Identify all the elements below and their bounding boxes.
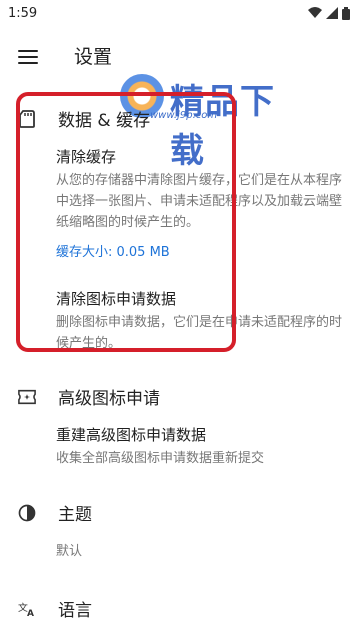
- theme-value: 默认: [56, 544, 83, 559]
- section-theme-title: 主题: [58, 505, 92, 525]
- clear-cache-description: 从您的存储器中清除图片缓存，它们是在从本程序中选择一张图片、申请未适配程序以及加…: [56, 173, 343, 230]
- section-data-cache-title: 数据 & 缓存: [58, 111, 151, 131]
- clear-icon-requests-description: 删除图标申请数据，它们是在申请未适配程序的时候产生的。: [56, 315, 343, 351]
- translate-icon: 文A: [18, 600, 36, 618]
- signal-icon: [326, 7, 338, 19]
- section-data-cache-header: 数据 & 缓存: [18, 106, 150, 131]
- clear-cache-item[interactable]: 清除缓存 从您的存储器中清除图片缓存，它们是在从本程序中选择一张图片、申请未适配…: [56, 147, 342, 260]
- rebuild-premium-item[interactable]: 重建高级图标申请数据 收集全部高级图标申请数据重新提交: [56, 425, 342, 469]
- svg-text:A: A: [27, 609, 34, 618]
- menu-icon[interactable]: [18, 50, 38, 64]
- status-icons: [308, 6, 350, 20]
- rebuild-premium-title: 重建高级图标申请数据: [56, 426, 207, 444]
- status-time: 1:59: [8, 5, 38, 21]
- sd-card-icon: [18, 109, 36, 128]
- ticket-icon: [18, 388, 36, 406]
- wifi-icon: [308, 7, 322, 18]
- cache-size-label: 缓存大小: 0.05 MB: [56, 245, 170, 260]
- page-title: 设置: [74, 46, 113, 68]
- clear-icon-requests-title: 清除图标申请数据: [56, 290, 177, 308]
- section-premium-title: 高级图标申请: [58, 389, 160, 409]
- clear-cache-title: 清除缓存: [56, 148, 117, 166]
- contrast-icon: [18, 504, 36, 522]
- battery-icon: [342, 6, 350, 20]
- clear-icon-requests-item[interactable]: 清除图标申请数据 删除图标申请数据，它们是在申请未适配程序的时候产生的。: [56, 289, 342, 354]
- section-premium-header: 高级图标申请: [18, 384, 160, 409]
- rebuild-premium-description: 收集全部高级图标申请数据重新提交: [56, 451, 265, 466]
- section-language-title: 语言: [58, 601, 92, 621]
- theme-item[interactable]: 默认: [56, 541, 342, 562]
- section-theme-header: 主题: [18, 500, 92, 525]
- section-language-header[interactable]: 文A 语言: [18, 596, 92, 621]
- status-bar: 1:59: [0, 0, 360, 26]
- watermark-url: www.j9p.com: [150, 110, 218, 121]
